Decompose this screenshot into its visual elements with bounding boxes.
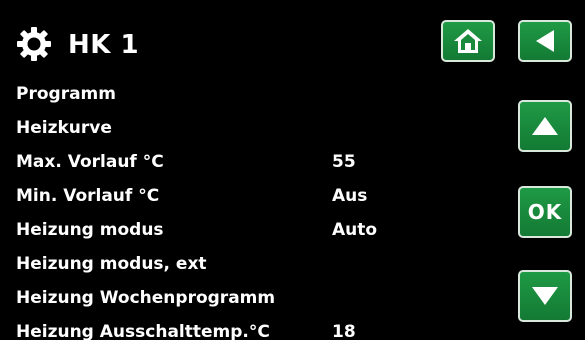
home-button[interactable] [441, 20, 495, 62]
menu-item-value: 18 [332, 322, 356, 340]
ok-label: OK [527, 200, 563, 224]
menu-item-label: Heizkurve [16, 118, 112, 138]
menu-item-min-vorlauf[interactable]: Min. Vorlauf °C Aus [16, 182, 496, 216]
back-arrow-icon [536, 30, 554, 52]
menu-item-heizkurve[interactable]: Heizkurve [16, 114, 496, 148]
menu-item-label: Heizung modus, ext [16, 254, 207, 274]
menu-item-label: Heizung Wochenprogramm [16, 288, 276, 308]
back-button[interactable] [518, 20, 572, 62]
menu-item-heizung-wochenprogramm[interactable]: Heizung Wochenprogramm [16, 284, 496, 318]
page-title: HK 1 [68, 30, 140, 60]
menu-item-label: Max. Vorlauf °C [16, 152, 164, 172]
home-icon [454, 29, 482, 53]
screen: HK 1 OK Programm Heizkurve Max. Vorlauf … [0, 0, 585, 340]
menu-item-value: Auto [332, 220, 378, 240]
menu-item-value: 55 [332, 152, 356, 172]
menu-item-label: Min. Vorlauf °C [16, 186, 160, 206]
menu-item-value: Aus [332, 186, 368, 206]
menu-item-label: Heizung modus [16, 220, 164, 240]
menu-item-programm[interactable]: Programm [16, 80, 496, 114]
scroll-down-button[interactable] [518, 270, 572, 322]
menu-item-label: Programm [16, 84, 116, 104]
ok-button[interactable]: OK [518, 186, 572, 238]
menu-item-heizung-modus[interactable]: Heizung modus Auto [16, 216, 496, 250]
menu-item-heizung-modus-ext[interactable]: Heizung modus, ext [16, 250, 496, 284]
settings-menu: Programm Heizkurve Max. Vorlauf °C 55 Mi… [16, 80, 496, 340]
scroll-up-button[interactable] [518, 100, 572, 152]
arrow-up-icon [532, 117, 558, 135]
menu-item-heizung-ausschalttemp[interactable]: Heizung Ausschalttemp.°C 18 [16, 318, 496, 340]
arrow-down-icon [532, 287, 558, 305]
menu-item-label: Heizung Ausschalttemp.°C [16, 322, 270, 340]
menu-item-max-vorlauf[interactable]: Max. Vorlauf °C 55 [16, 148, 496, 182]
gear-icon [16, 26, 52, 62]
